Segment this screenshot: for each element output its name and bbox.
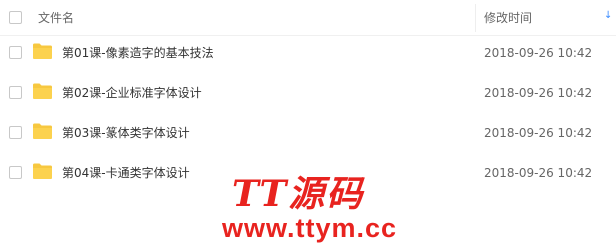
row-checkbox[interactable] bbox=[9, 86, 22, 99]
file-modified-time: 2018-09-26 10:42 bbox=[484, 46, 593, 60]
select-all-checkbox[interactable] bbox=[9, 11, 22, 24]
file-modified-time: 2018-09-26 10:42 bbox=[484, 166, 593, 180]
column-divider bbox=[475, 4, 476, 32]
file-row[interactable]: 第03课-篆体类字体设计 2018-09-26 10:42 bbox=[0, 113, 616, 153]
folder-icon bbox=[33, 163, 52, 179]
folder-icon bbox=[33, 83, 52, 99]
watermark-logo-text: TT源码 bbox=[232, 173, 365, 215]
row-checkbox[interactable] bbox=[9, 46, 22, 59]
file-name[interactable]: 第01课-像素造字的基本技法 bbox=[62, 33, 214, 73]
column-header-modified-time[interactable]: 修改时间 bbox=[484, 0, 532, 36]
file-list-header: 文件名 修改时间 ↓ bbox=[0, 0, 616, 36]
file-row[interactable]: 第01课-像素造字的基本技法 2018-09-26 10:42 bbox=[0, 33, 616, 73]
folder-icon bbox=[33, 123, 52, 139]
folder-icon bbox=[33, 43, 52, 59]
row-checkbox[interactable] bbox=[9, 166, 22, 179]
file-name[interactable]: 第02课-企业标准字体设计 bbox=[62, 73, 202, 113]
row-checkbox[interactable] bbox=[9, 126, 22, 139]
watermark-url: www.ttym.cc bbox=[222, 213, 398, 243]
file-modified-time: 2018-09-26 10:42 bbox=[484, 86, 593, 100]
sort-arrow-down-icon[interactable]: ↓ bbox=[604, 10, 612, 21]
file-row[interactable]: 第02课-企业标准字体设计 2018-09-26 10:42 bbox=[0, 73, 616, 113]
file-modified-time: 2018-09-26 10:42 bbox=[484, 126, 593, 140]
file-name[interactable]: 第04课-卡通类字体设计 bbox=[62, 153, 190, 193]
column-header-name[interactable]: 文件名 bbox=[38, 0, 74, 36]
file-name[interactable]: 第03课-篆体类字体设计 bbox=[62, 113, 190, 153]
